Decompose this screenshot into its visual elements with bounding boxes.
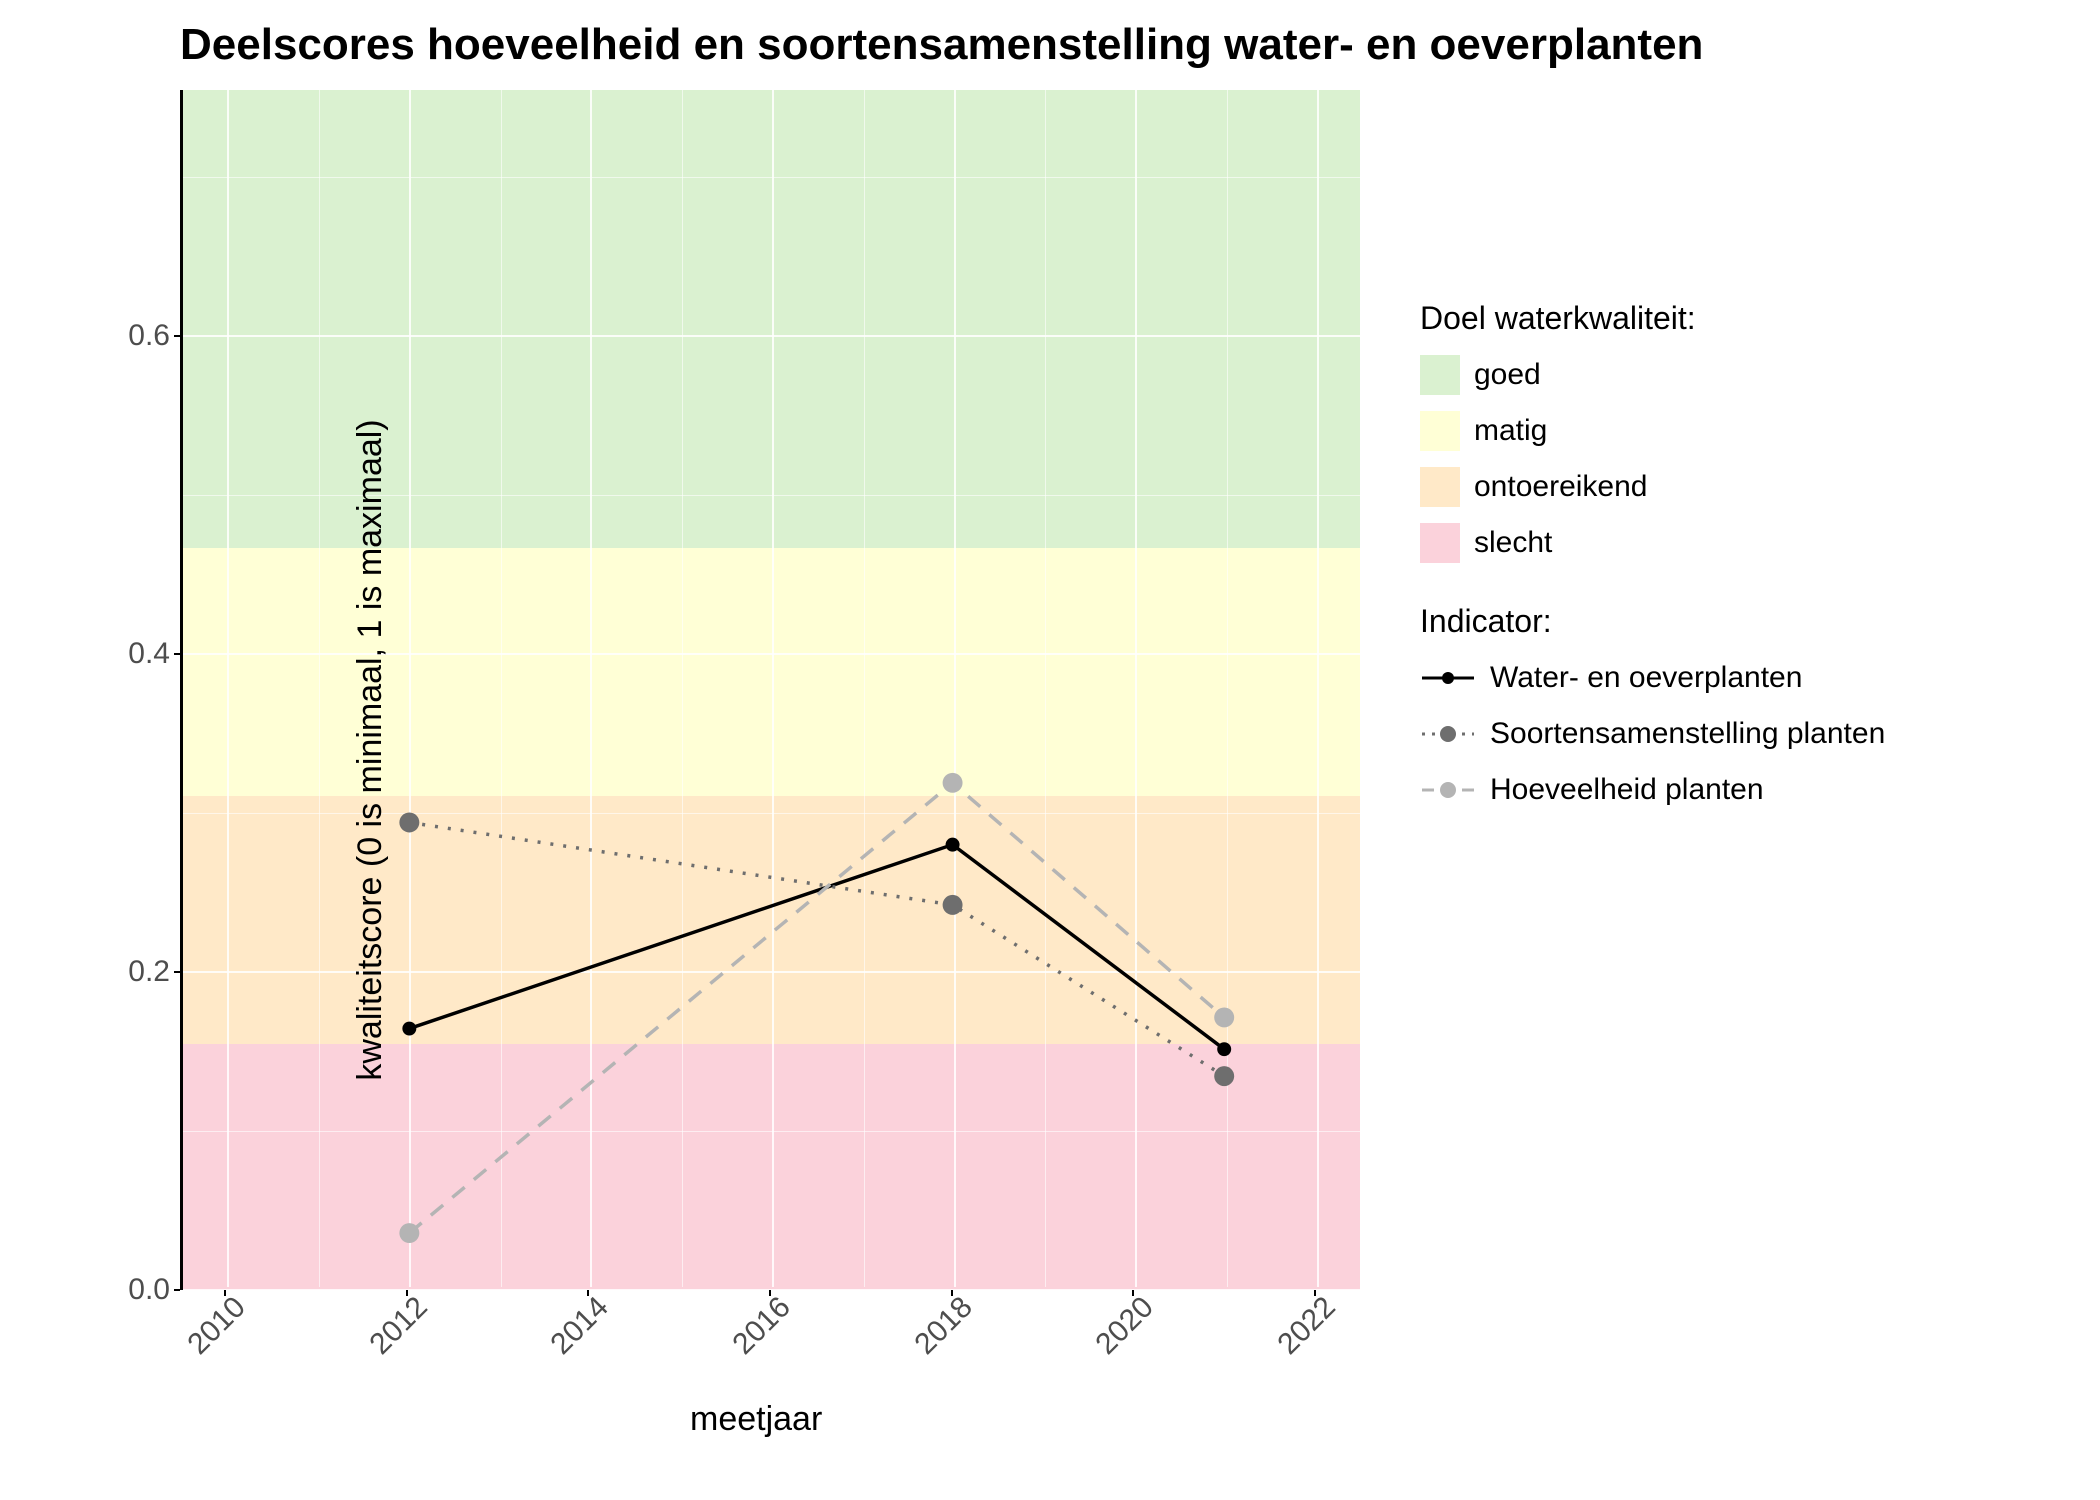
x-tick-mark (1132, 1290, 1134, 1296)
legend-row-soorten: Soortensamenstelling planten (1420, 714, 1885, 754)
indicator-swatch-soorten-icon (1420, 714, 1476, 754)
legend-label: ontoereikend (1474, 470, 1647, 504)
legend-row-slecht: slecht (1420, 523, 1885, 563)
series-point (946, 838, 960, 852)
y-tick-label: 0.4 (120, 637, 170, 671)
series-point (1214, 1066, 1234, 1086)
legend-label: goed (1474, 358, 1541, 392)
swatch-matig-icon (1420, 411, 1460, 451)
legend: Doel waterkwaliteit: goed matig ontoerei… (1420, 300, 1885, 826)
legend-label: matig (1474, 414, 1547, 448)
indicator-swatch-hoeveelheid-icon (1420, 770, 1476, 810)
x-tick-mark (951, 1290, 953, 1296)
series-point (399, 812, 419, 832)
series-point (1217, 1042, 1231, 1056)
chart-figure: Deelscores hoeveelheid en soortensamenst… (0, 0, 2100, 1500)
y-axis-label: kwaliteitscore (0 is minimaal, 1 is maxi… (351, 419, 390, 1080)
x-axis-label: meetjaar (690, 1400, 822, 1439)
indicator-swatch-water-icon (1420, 658, 1476, 698)
series-line (409, 845, 1224, 1050)
x-tick-label: 2012 (363, 1290, 434, 1361)
series-point (943, 773, 963, 793)
legend-row-ontoereikend: ontoereikend (1420, 467, 1885, 507)
series-line (409, 822, 1224, 1076)
legend-bands-title: Doel waterkwaliteit: (1420, 300, 1885, 337)
legend-row-water: Water- en oeverplanten (1420, 658, 1885, 698)
swatch-slecht-icon (1420, 523, 1460, 563)
series-point (399, 1223, 419, 1243)
y-tick-mark (174, 971, 180, 973)
x-tick-mark (224, 1290, 226, 1296)
x-tick-mark (1314, 1290, 1316, 1296)
y-tick-label: 0.6 (120, 319, 170, 353)
y-tick-mark (174, 335, 180, 337)
x-tick-label: 2022 (1271, 1290, 1342, 1361)
legend-label: Hoeveelheid planten (1490, 773, 1764, 807)
series-point (1214, 1007, 1234, 1027)
y-tick-mark (174, 1289, 180, 1291)
legend-row-goed: goed (1420, 355, 1885, 395)
chart-title: Deelscores hoeveelheid en soortensamenst… (180, 20, 1703, 70)
x-tick-mark (406, 1290, 408, 1296)
x-tick-label: 2014 (545, 1290, 616, 1361)
legend-indicator-title: Indicator: (1420, 603, 1885, 640)
swatch-goed-icon (1420, 355, 1460, 395)
x-tick-label: 2016 (726, 1290, 797, 1361)
legend-row-matig: matig (1420, 411, 1885, 451)
x-tick-mark (587, 1290, 589, 1296)
swatch-ontoereikend-icon (1420, 467, 1460, 507)
y-tick-label: 0.2 (120, 955, 170, 989)
series-point (402, 1022, 416, 1036)
legend-label: Soortensamenstelling planten (1490, 717, 1885, 751)
y-tick-label: 0.0 (120, 1273, 170, 1307)
legend-label: Water- en oeverplanten (1490, 661, 1802, 695)
series-line (409, 783, 1224, 1233)
x-tick-label: 2018 (908, 1290, 979, 1361)
legend-label: slecht (1474, 526, 1552, 560)
x-tick-label: 2020 (1089, 1290, 1160, 1361)
y-tick-mark (174, 653, 180, 655)
x-tick-label: 2010 (182, 1290, 253, 1361)
series-point (943, 895, 963, 915)
legend-row-hoeveelheid: Hoeveelheid planten (1420, 770, 1885, 810)
x-tick-mark (769, 1290, 771, 1296)
